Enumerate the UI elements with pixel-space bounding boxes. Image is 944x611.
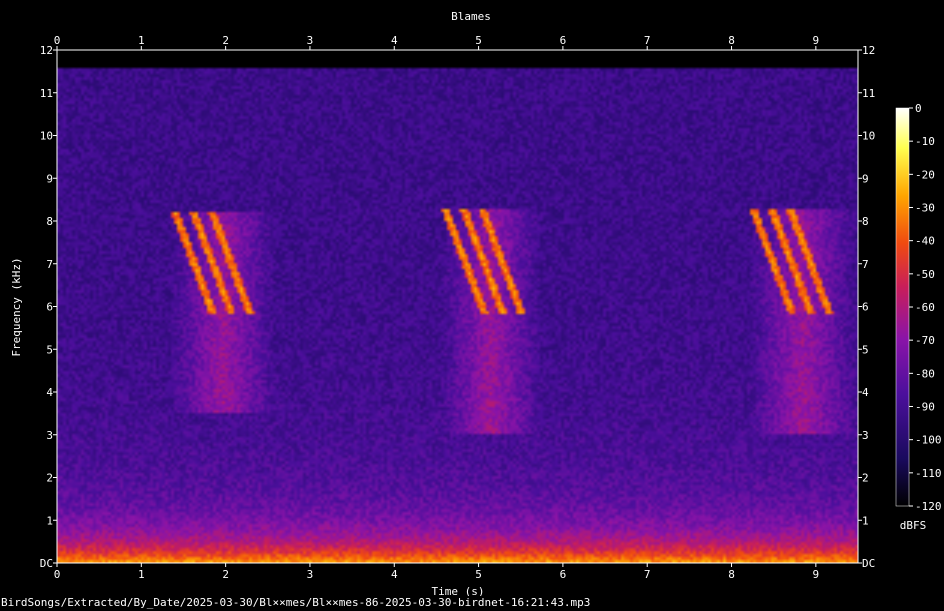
y-tick-label-left: 12 <box>40 44 53 57</box>
file-path: BirdSongs/Extracted/By_Date/2025-03-30/B… <box>1 596 591 609</box>
x-tick-label-bottom: 5 <box>475 568 482 581</box>
colorbar: 0 -10 -20 -30 -40 -50 -60 -70 -80 -90 -100 -110 -120 <box>895 102 942 513</box>
y-tick-label-left: 8 <box>46 215 53 228</box>
y-tick-label-left: 4 <box>46 386 53 399</box>
x-tick-label-top: 8 <box>728 34 735 47</box>
x-tick-label-top: 9 <box>813 34 820 47</box>
x-tick-label-bottom: 6 <box>560 568 567 581</box>
y-tick-label-right: 11 <box>862 87 875 100</box>
y-tick-label-right: 10 <box>862 130 875 143</box>
colorbar-tick-label: -70 <box>915 334 935 347</box>
y-tick-label-right: 1 <box>862 514 869 527</box>
x-tick-label-top: 7 <box>644 34 651 47</box>
x-tick-label-top: 3 <box>307 34 314 47</box>
y-tick-label-left: 7 <box>46 258 53 271</box>
y-tick-label-right: 5 <box>862 343 869 356</box>
x-tick-label-bottom: 4 <box>391 568 398 581</box>
y-tick-label-left: 5 <box>46 343 53 356</box>
colorbar-tick-label: -120 <box>915 500 942 513</box>
colorbar-tick-label: -30 <box>915 202 935 215</box>
x-axis-label: Time (s) <box>432 585 485 596</box>
y-tick-label-right: 4 <box>862 386 869 399</box>
y-tick-label-left: 1 <box>46 514 53 527</box>
y-tick-label-left: 10 <box>40 130 53 143</box>
y-tick-label-left: 2 <box>46 472 53 485</box>
y-tick-label-right: 2 <box>862 472 869 485</box>
colorbar-tick-label: -80 <box>915 367 935 380</box>
colorbar-tick-label: -40 <box>915 235 935 248</box>
x-tick-label-bottom: 8 <box>728 568 735 581</box>
colorbar-tick-label: -110 <box>915 467 942 480</box>
x-tick-label-top: 5 <box>475 34 482 47</box>
x-tick-label-top: 2 <box>222 34 229 47</box>
spectrogram-chart: Blames 00112233445566778899DC DC1 12 23 34 45… <box>10 10 942 596</box>
colorbar-tick-label: -20 <box>915 168 935 181</box>
y-axis-label: Frequency (kHz) <box>10 257 23 356</box>
colorbar-tick-label: -50 <box>915 268 935 281</box>
y-tick-label-left: 3 <box>46 429 53 442</box>
y-tick-label-left: 11 <box>40 87 53 100</box>
colorbar-tick-label: 0 <box>915 102 922 115</box>
x-tick-label-top: 4 <box>391 34 398 47</box>
y-tick-label-left: DC <box>40 557 53 570</box>
x-tick-label-bottom: 2 <box>222 568 229 581</box>
x-tick-label-top: 1 <box>138 34 145 47</box>
chart-title: Blames <box>451 10 491 23</box>
colorbar-tick-label: -10 <box>915 135 935 148</box>
y-tick-label-left: 9 <box>46 172 53 185</box>
y-tick-label-right: 3 <box>862 429 869 442</box>
y-tick-label-left: 6 <box>46 301 53 314</box>
colorbar-gradient <box>895 107 910 507</box>
colorbar-tick-label: -100 <box>915 434 942 447</box>
x-tick-label-bottom: 7 <box>644 568 651 581</box>
y-tick-label-right: 7 <box>862 258 869 271</box>
x-tick-label-top: 6 <box>560 34 567 47</box>
x-tick-label-bottom: 9 <box>813 568 820 581</box>
x-tick-label-bottom: 0 <box>54 568 61 581</box>
x-tick-label-bottom: 3 <box>307 568 314 581</box>
colorbar-tick-label: -60 <box>915 301 935 314</box>
plot-area <box>57 50 858 563</box>
x-tick-label-bottom: 1 <box>138 568 145 581</box>
x-tick-label-top: 0 <box>54 34 61 47</box>
y-tick-label-right: 8 <box>862 215 869 228</box>
colorbar-tick-label: -90 <box>915 401 935 414</box>
y-tick-label-right: 9 <box>862 172 869 185</box>
y-tick-label-right: 12 <box>862 44 875 57</box>
spectrogram-image <box>57 50 858 563</box>
colorbar-label: dBFS <box>900 519 927 532</box>
y-tick-label-right: DC <box>862 557 875 570</box>
y-tick-label-right: 6 <box>862 301 869 314</box>
